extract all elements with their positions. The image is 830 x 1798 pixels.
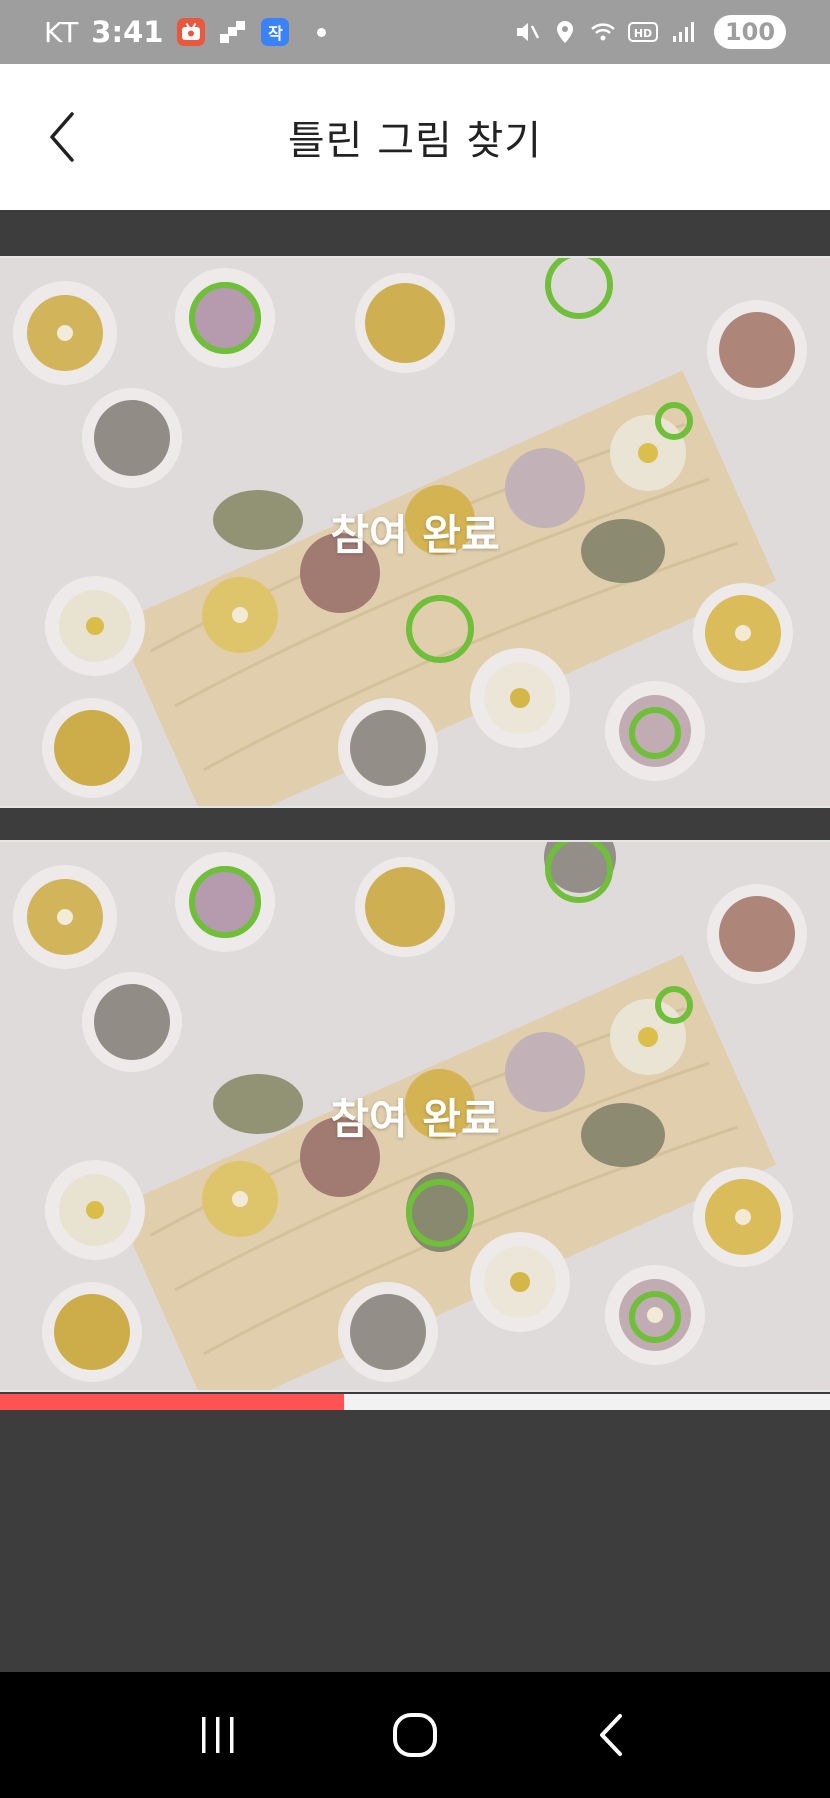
clock: 3:41 bbox=[91, 15, 164, 49]
system-navigation-bar bbox=[0, 1672, 830, 1798]
home-icon bbox=[392, 1713, 437, 1757]
status-icons: HD 100 bbox=[514, 15, 786, 49]
stairs-app-icon bbox=[219, 18, 247, 46]
altered-image-panel[interactable]: 참여 완료 bbox=[0, 840, 830, 1392]
rice-cake-scene-image bbox=[0, 258, 830, 806]
battery-indicator: 100 bbox=[714, 15, 786, 49]
system-back-button[interactable] bbox=[572, 1695, 652, 1775]
hd-voice-icon: HD bbox=[628, 22, 658, 42]
original-image-panel[interactable]: 참여 완료 bbox=[0, 256, 830, 808]
back-arrow-icon bbox=[599, 1714, 622, 1756]
location-icon bbox=[557, 21, 573, 43]
tv-app-icon bbox=[177, 18, 206, 46]
svg-text:HD: HD bbox=[634, 27, 652, 40]
battery-level: 100 bbox=[724, 18, 776, 46]
status-bar: KT 3:41 작 HD 100 bbox=[0, 0, 830, 64]
back-button[interactable] bbox=[40, 108, 88, 166]
home-button[interactable] bbox=[375, 1695, 455, 1775]
timer-progress-fill bbox=[0, 1394, 345, 1410]
recent-apps-icon bbox=[202, 1717, 234, 1753]
app-bar: 틀린 그림 찾기 bbox=[0, 64, 830, 210]
mute-icon bbox=[517, 23, 540, 41]
page-title: 틀린 그림 찾기 bbox=[287, 118, 543, 164]
rice-cake-scene-image bbox=[0, 842, 830, 1390]
timer-progress-bar bbox=[0, 1394, 830, 1410]
signal-icon bbox=[673, 22, 694, 42]
screen: KT 3:41 작 HD 100 틀린 그림 찾기 참여 완료 참여 완료 bbox=[0, 0, 830, 1798]
notification-dot-icon bbox=[317, 27, 327, 37]
recent-apps-button[interactable] bbox=[178, 1695, 258, 1775]
chat-app-icon: 작 bbox=[261, 18, 290, 46]
wifi-icon bbox=[591, 23, 615, 41]
chevron-left-icon bbox=[50, 112, 74, 162]
carrier-label: KT bbox=[44, 15, 80, 49]
